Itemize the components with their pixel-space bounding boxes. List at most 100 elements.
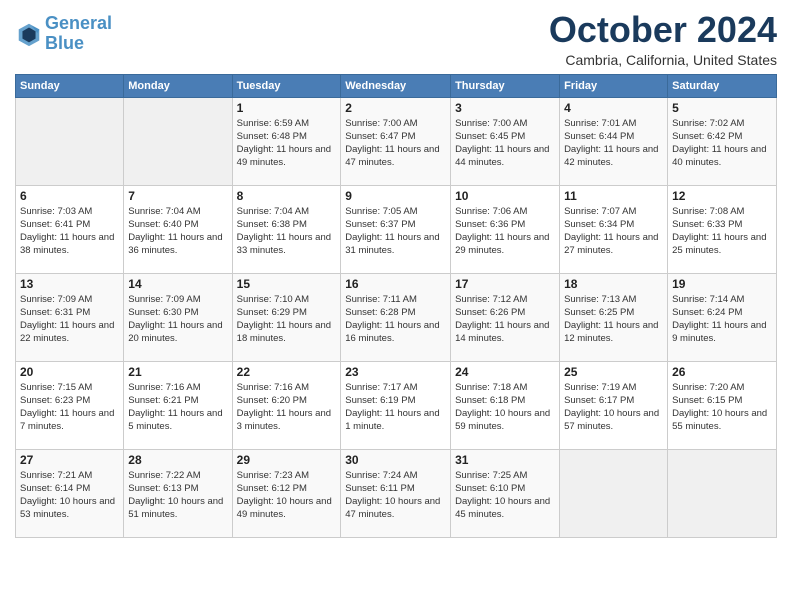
day-info: Sunrise: 7:16 AM Sunset: 6:20 PM Dayligh…: [237, 381, 337, 434]
day-number: 31: [455, 453, 555, 467]
day-cell: [124, 97, 232, 185]
day-number: 1: [237, 101, 337, 115]
day-cell: 18 Sunrise: 7:13 AM Sunset: 6:25 PM Dayli…: [560, 273, 668, 361]
col-thursday: Thursday: [451, 74, 560, 97]
day-cell: 6 Sunrise: 7:03 AM Sunset: 6:41 PM Daylig…: [16, 185, 124, 273]
col-sunday: Sunday: [16, 74, 124, 97]
day-info: Sunrise: 7:03 AM Sunset: 6:41 PM Dayligh…: [20, 205, 119, 258]
day-cell: 31 Sunrise: 7:25 AM Sunset: 6:10 PM Dayli…: [451, 449, 560, 537]
day-cell: 26Sunrise: 7:20 AM Sunset: 6:15 PM Dayli…: [668, 361, 777, 449]
day-cell: 11 Sunrise: 7:07 AM Sunset: 6:34 PM Dayli…: [560, 185, 668, 273]
day-cell: [16, 97, 124, 185]
col-monday: Monday: [124, 74, 232, 97]
day-info: Sunrise: 7:09 AM Sunset: 6:31 PM Dayligh…: [20, 293, 119, 346]
week-row-4: 27 Sunrise: 7:21 AM Sunset: 6:14 PM Dayli…: [16, 449, 777, 537]
day-info: Sunrise: 7:14 AM Sunset: 6:24 PM Dayligh…: [672, 293, 772, 346]
day-number: 9: [345, 189, 446, 203]
day-cell: 15 Sunrise: 7:10 AM Sunset: 6:29 PM Dayli…: [232, 273, 341, 361]
day-info: Sunrise: 7:12 AM Sunset: 6:26 PM Dayligh…: [455, 293, 555, 346]
day-cell: 5 Sunrise: 7:02 AM Sunset: 6:42 PM Daylig…: [668, 97, 777, 185]
day-info: Sunrise: 7:21 AM Sunset: 6:14 PM Dayligh…: [20, 469, 119, 522]
title-area: October 2024 Cambria, California, United…: [549, 10, 777, 68]
day-cell: 20 Sunrise: 7:15 AM Sunset: 6:23 PM Dayli…: [16, 361, 124, 449]
day-cell: [560, 449, 668, 537]
day-info: Sunrise: 7:00 AM Sunset: 6:45 PM Dayligh…: [455, 117, 555, 170]
day-info: Sunrise: 7:08 AM Sunset: 6:33 PM Dayligh…: [672, 205, 772, 258]
calendar: Sunday Monday Tuesday Wednesday Thursday…: [15, 74, 777, 538]
day-cell: [668, 449, 777, 537]
day-number: 15: [237, 277, 337, 291]
day-number: 8: [237, 189, 337, 203]
col-saturday: Saturday: [668, 74, 777, 97]
day-number: 13: [20, 277, 119, 291]
day-cell: 3 Sunrise: 7:00 AM Sunset: 6:45 PM Daylig…: [451, 97, 560, 185]
day-info: Sunrise: 7:15 AM Sunset: 6:23 PM Dayligh…: [20, 381, 119, 434]
day-cell: 25Sunrise: 7:19 AM Sunset: 6:17 PM Dayli…: [560, 361, 668, 449]
day-number: 22: [237, 365, 337, 379]
day-cell: 30 Sunrise: 7:24 AM Sunset: 6:11 PM Dayli…: [341, 449, 451, 537]
day-cell: 14 Sunrise: 7:09 AM Sunset: 6:30 PM Dayli…: [124, 273, 232, 361]
day-number: 30: [345, 453, 446, 467]
week-row-0: 1Sunrise: 6:59 AM Sunset: 6:48 PM Daylig…: [16, 97, 777, 185]
day-cell: 28Sunrise: 7:22 AM Sunset: 6:13 PM Dayli…: [124, 449, 232, 537]
day-cell: 9 Sunrise: 7:05 AM Sunset: 6:37 PM Daylig…: [341, 185, 451, 273]
day-number: 7: [128, 189, 227, 203]
day-cell: 7Sunrise: 7:04 AM Sunset: 6:40 PM Daylig…: [124, 185, 232, 273]
day-cell: 12 Sunrise: 7:08 AM Sunset: 6:33 PM Dayli…: [668, 185, 777, 273]
header-row: Sunday Monday Tuesday Wednesday Thursday…: [16, 74, 777, 97]
day-cell: 24 Sunrise: 7:18 AM Sunset: 6:18 PM Dayli…: [451, 361, 560, 449]
day-number: 3: [455, 101, 555, 115]
day-cell: 1Sunrise: 6:59 AM Sunset: 6:48 PM Daylig…: [232, 97, 341, 185]
day-cell: 21Sunrise: 7:16 AM Sunset: 6:21 PM Dayli…: [124, 361, 232, 449]
day-number: 14: [128, 277, 227, 291]
calendar-header: Sunday Monday Tuesday Wednesday Thursday…: [16, 74, 777, 97]
day-number: 28: [128, 453, 227, 467]
day-number: 18: [564, 277, 663, 291]
day-number: 17: [455, 277, 555, 291]
day-number: 20: [20, 365, 119, 379]
day-number: 6: [20, 189, 119, 203]
day-number: 27: [20, 453, 119, 467]
header: General Blue October 2024 Cambria, Calif…: [15, 10, 777, 68]
day-info: Sunrise: 7:05 AM Sunset: 6:37 PM Dayligh…: [345, 205, 446, 258]
week-row-3: 20 Sunrise: 7:15 AM Sunset: 6:23 PM Dayli…: [16, 361, 777, 449]
day-cell: 10Sunrise: 7:06 AM Sunset: 6:36 PM Dayli…: [451, 185, 560, 273]
day-number: 2: [345, 101, 446, 115]
day-info: Sunrise: 7:25 AM Sunset: 6:10 PM Dayligh…: [455, 469, 555, 522]
day-info: Sunrise: 7:10 AM Sunset: 6:29 PM Dayligh…: [237, 293, 337, 346]
day-info: Sunrise: 7:07 AM Sunset: 6:34 PM Dayligh…: [564, 205, 663, 258]
day-number: 24: [455, 365, 555, 379]
day-cell: 19 Sunrise: 7:14 AM Sunset: 6:24 PM Dayli…: [668, 273, 777, 361]
day-number: 4: [564, 101, 663, 115]
day-cell: 2Sunrise: 7:00 AM Sunset: 6:47 PM Daylig…: [341, 97, 451, 185]
logo: General Blue: [15, 14, 112, 54]
day-number: 23: [345, 365, 446, 379]
col-friday: Friday: [560, 74, 668, 97]
day-cell: 4Sunrise: 7:01 AM Sunset: 6:44 PM Daylig…: [560, 97, 668, 185]
day-info: Sunrise: 7:09 AM Sunset: 6:30 PM Dayligh…: [128, 293, 227, 346]
logo-text: General Blue: [45, 14, 112, 54]
page: General Blue October 2024 Cambria, Calif…: [0, 0, 792, 548]
col-wednesday: Wednesday: [341, 74, 451, 97]
day-info: Sunrise: 7:02 AM Sunset: 6:42 PM Dayligh…: [672, 117, 772, 170]
day-info: Sunrise: 7:06 AM Sunset: 6:36 PM Dayligh…: [455, 205, 555, 258]
day-number: 19: [672, 277, 772, 291]
week-row-1: 6 Sunrise: 7:03 AM Sunset: 6:41 PM Daylig…: [16, 185, 777, 273]
week-row-2: 13 Sunrise: 7:09 AM Sunset: 6:31 PM Dayli…: [16, 273, 777, 361]
day-info: Sunrise: 7:18 AM Sunset: 6:18 PM Dayligh…: [455, 381, 555, 434]
day-info: Sunrise: 7:20 AM Sunset: 6:15 PM Dayligh…: [672, 381, 772, 434]
location: Cambria, California, United States: [549, 52, 777, 68]
day-number: 21: [128, 365, 227, 379]
day-number: 5: [672, 101, 772, 115]
day-cell: 29Sunrise: 7:23 AM Sunset: 6:12 PM Dayli…: [232, 449, 341, 537]
day-number: 12: [672, 189, 772, 203]
col-tuesday: Tuesday: [232, 74, 341, 97]
day-number: 16: [345, 277, 446, 291]
day-info: Sunrise: 7:17 AM Sunset: 6:19 PM Dayligh…: [345, 381, 446, 434]
day-cell: 23 Sunrise: 7:17 AM Sunset: 6:19 PM Dayli…: [341, 361, 451, 449]
day-info: Sunrise: 7:24 AM Sunset: 6:11 PM Dayligh…: [345, 469, 446, 522]
day-cell: 27 Sunrise: 7:21 AM Sunset: 6:14 PM Dayli…: [16, 449, 124, 537]
logo-icon: [15, 20, 43, 48]
day-info: Sunrise: 7:13 AM Sunset: 6:25 PM Dayligh…: [564, 293, 663, 346]
day-number: 11: [564, 189, 663, 203]
